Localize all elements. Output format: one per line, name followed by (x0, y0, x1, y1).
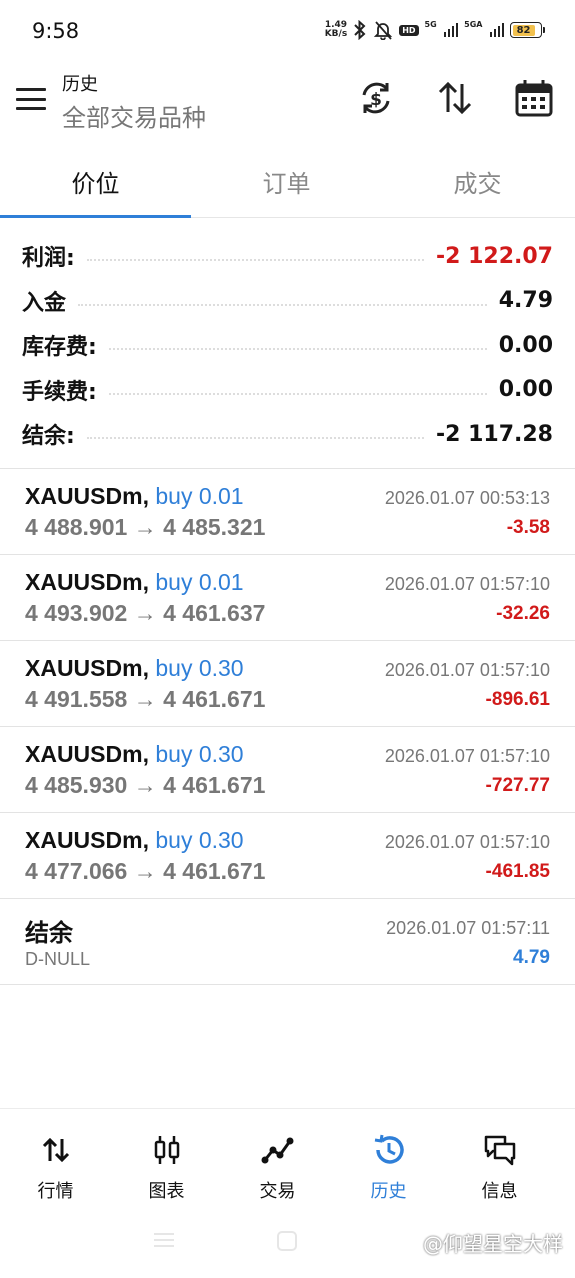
deal-row[interactable]: XAUUSDm, buy 0.01 4 493.902 → 4 461.637 … (0, 555, 575, 641)
candlestick-chart-icon (154, 1136, 179, 1164)
net-speed: 1.49 KB/s (325, 21, 347, 39)
summary-value: 0.00 (498, 377, 553, 403)
recent-apps-icon[interactable] (152, 1230, 176, 1250)
nav-quotes[interactable]: 行情 (0, 1109, 111, 1208)
status-bar: 9:58 1.49 KB/s HD 5G 5GA 82 (0, 0, 575, 62)
summary-row-balance: 结余: -2 117.28 (22, 412, 553, 457)
nav-label: 交易 (259, 1181, 296, 1202)
sort-icon[interactable] (435, 78, 475, 118)
deal-symbol: XAUUSDm, (25, 655, 149, 681)
history-clock-icon (374, 1134, 404, 1164)
deal-row[interactable]: XAUUSDm, buy 0.30 4 485.930 → 4 461.671 … (0, 727, 575, 813)
deal-side-volume: buy 0.30 (155, 655, 244, 681)
deals-list: XAUUSDm, buy 0.01 4 488.901 → 4 485.321 … (0, 469, 575, 985)
summary-value: -2 117.28 (436, 421, 553, 447)
deal-symbol: XAUUSDm, (25, 827, 149, 853)
deal-prices: 4 491.558 → 4 461.671 (25, 686, 266, 712)
tab-deals[interactable]: 成交 (382, 144, 573, 217)
tab-positions[interactable]: 价位 (0, 144, 191, 217)
nav-label: 图表 (148, 1181, 185, 1202)
summary-label: 结余: (22, 424, 75, 450)
bottom-nav: 行情 图表 交易 历史 信息 (0, 1108, 575, 1208)
bluetooth-icon (354, 20, 366, 40)
summary-row-swap: 库存费: 0.00 (22, 323, 553, 368)
deal-side-volume: buy 0.30 (155, 827, 244, 853)
signal-sim2-icon (489, 23, 504, 37)
nav-history[interactable]: 历史 (333, 1109, 444, 1208)
summary-value: 0.00 (498, 332, 553, 358)
status-time: 9:58 (32, 19, 80, 43)
summary-label: 入金 (22, 290, 67, 316)
balance-datetime: 2026.01.07 01:57:11 (386, 918, 550, 938)
balance-amount: 4.79 (513, 947, 550, 968)
deal-prices: 4 493.902 → 4 461.637 (25, 600, 266, 626)
summary-label: 手续费: (22, 379, 97, 405)
symbol-filter[interactable]: 全部交易品种 (62, 98, 206, 133)
deal-profit: -461.85 (485, 861, 550, 882)
trade-line-icon (261, 1137, 293, 1164)
nav-label: 信息 (481, 1181, 518, 1202)
summary-row-profit: 利润: -2 122.07 (22, 234, 553, 279)
deal-profit: -3.58 (506, 517, 550, 538)
deal-datetime: 2026.01.07 01:57:10 (384, 574, 550, 594)
nav-trade[interactable]: 交易 (222, 1109, 333, 1208)
summary-label: 库存费: (22, 335, 97, 361)
balance-comment: D-NULL (25, 949, 91, 969)
hd-voice-badge: HD (399, 24, 419, 36)
home-icon[interactable] (276, 1230, 298, 1252)
deal-profit: -727.77 (485, 775, 550, 796)
deal-side-volume: buy 0.01 (155, 483, 244, 509)
deal-symbol: XAUUSDm, (25, 483, 149, 509)
deal-symbol: XAUUSDm, (25, 569, 149, 595)
nav-messages[interactable]: 信息 (444, 1109, 555, 1208)
app-bar: 历史 全部交易品种 $ (0, 62, 575, 144)
tab-orders[interactable]: 订单 (191, 144, 382, 217)
deal-datetime: 2026.01.07 01:57:10 (384, 746, 550, 766)
deal-prices: 4 488.901 → 4 485.321 (25, 514, 266, 540)
watermark: @仰望星空大样 (423, 1232, 563, 1256)
deal-prices: 4 477.066 → 4 461.671 (25, 858, 266, 884)
tab-bar: 价位 订单 成交 (0, 144, 575, 218)
deal-side-volume: buy 0.01 (155, 569, 244, 595)
deal-profit: -32.26 (496, 603, 550, 624)
summary-label: 利润: (22, 246, 75, 272)
deal-datetime: 2026.01.07 01:57:10 (384, 660, 550, 680)
balance-row[interactable]: 结余 D-NULL 2026.01.07 01:57:11 4.79 (0, 899, 575, 985)
nav-label: 行情 (37, 1181, 74, 1202)
signal-sim1-icon (443, 23, 459, 37)
summary-panel: 利润: -2 122.07 入金 4.79 库存费: 0.00 手续费: 0.0… (0, 218, 575, 468)
currency-exchange-icon[interactable]: $ (356, 78, 396, 118)
nav-label: 历史 (370, 1181, 407, 1202)
deal-datetime: 2026.01.07 00:53:13 (384, 488, 550, 508)
deal-row[interactable]: XAUUSDm, buy 0.30 4 477.066 → 4 461.671 … (0, 813, 575, 899)
battery-level: 82 (512, 24, 535, 36)
balance-title: 结余 (25, 919, 73, 947)
battery-icon: 82 (510, 22, 545, 38)
deal-side-volume: buy 0.30 (155, 741, 244, 767)
calendar-icon[interactable] (514, 78, 554, 118)
summary-value: 4.79 (498, 288, 553, 314)
deal-row[interactable]: XAUUSDm, buy 0.30 4 491.558 → 4 461.671 … (0, 641, 575, 727)
deal-prices: 4 485.930 → 4 461.671 (25, 772, 266, 798)
summary-row-commission: 手续费: 0.00 (22, 368, 553, 413)
deal-profit: -896.61 (485, 689, 550, 710)
summary-value: -2 122.07 (436, 243, 553, 269)
deal-symbol: XAUUSDm, (25, 741, 149, 767)
net-speed-unit: KB/s (324, 29, 348, 39)
nav-charts[interactable]: 图表 (111, 1109, 222, 1208)
deal-datetime: 2026.01.07 01:57:10 (384, 832, 550, 852)
quotes-arrows-icon (42, 1137, 69, 1163)
active-tab-indicator (0, 215, 191, 218)
status-icons: 1.49 KB/s HD 5G 5GA 82 (325, 20, 545, 40)
page-title: 历史 (62, 74, 98, 95)
sim1-network-type: 5G (424, 20, 437, 29)
messages-icon (484, 1135, 515, 1166)
menu-icon[interactable] (16, 88, 46, 110)
svg-text:$: $ (370, 90, 382, 110)
summary-row-deposit: 入金 4.79 (22, 279, 553, 324)
sim2-network-type: 5GA (464, 20, 483, 29)
deal-row[interactable]: XAUUSDm, buy 0.01 4 488.901 → 4 485.321 … (0, 469, 575, 555)
bell-muted-icon (374, 21, 393, 40)
